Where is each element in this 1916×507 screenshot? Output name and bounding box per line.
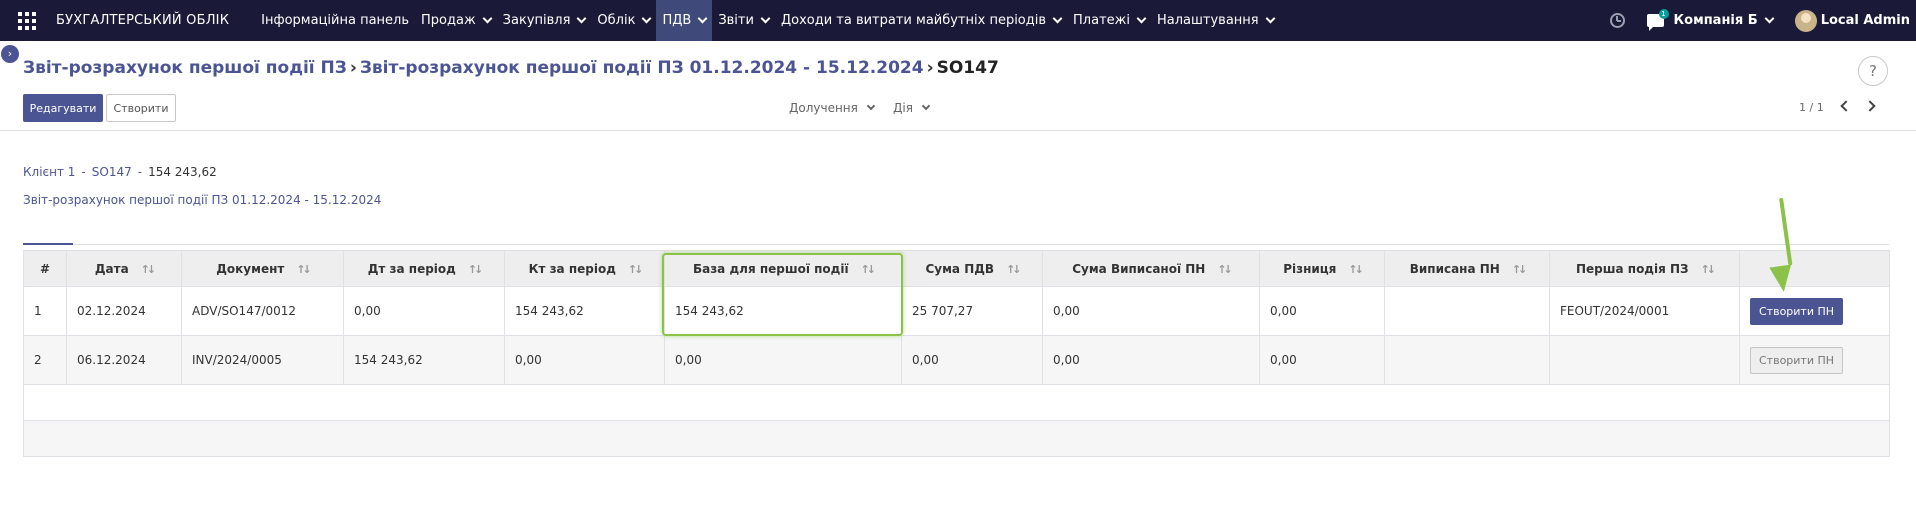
chevron-down-icon	[921, 101, 931, 111]
annotation-arrow-head-icon	[1769, 264, 1795, 294]
breadcrumb-separator-icon: ›	[926, 58, 934, 78]
navbar-systray: 1 Компанія Б Local Admin	[1609, 0, 1916, 41]
control-panel-divider	[0, 130, 1916, 131]
sort-icon: ↑↓	[627, 262, 644, 276]
sort-icon: ↑↓	[1006, 262, 1022, 276]
sort-icon: ↑↓	[467, 262, 484, 276]
create-button[interactable]: Створити	[106, 94, 176, 122]
chevron-down-icon	[1136, 13, 1147, 24]
client-link[interactable]: Клієнт 1	[23, 165, 75, 179]
menu-item-dashboard[interactable]: Інформаційна панель	[255, 0, 415, 41]
chevron-down-icon	[866, 101, 876, 111]
sort-icon: ↑↓	[1700, 262, 1717, 276]
column-header-issued-amount[interactable]: Сума Виписаної ПН ↑↓	[1042, 250, 1260, 287]
chevron-down-icon	[1265, 13, 1276, 24]
column-header-base[interactable]: База для першої події ↑↓	[664, 250, 902, 287]
sort-icon: ↑↓	[860, 262, 877, 276]
menu-item-reports[interactable]: Звіти	[712, 0, 775, 41]
lines-table: # Дата ↑↓ Документ ↑↓ Дт за період ↑↓ Кт за…	[23, 250, 1890, 457]
table-row-empty	[23, 420, 1890, 457]
column-header-credit[interactable]: Кт за період ↑↓	[504, 250, 665, 287]
chevron-down-icon	[482, 13, 493, 24]
column-header-first-event[interactable]: Перша подія ПЗ ↑↓	[1549, 250, 1740, 287]
table-row[interactable]: 2 06.12.2024 INV/2024/0005 154 243,62 0,…	[23, 335, 1890, 385]
pager-value: 1 / 1	[1799, 101, 1824, 114]
edit-button[interactable]: Редагувати	[23, 94, 103, 122]
sort-icon: ↑↓	[1217, 262, 1233, 276]
messages-count-badge: 1	[1658, 9, 1669, 19]
column-header-debit[interactable]: Дт за період ↑↓	[343, 250, 505, 287]
column-header-vat-amount[interactable]: Сума ПДВ ↑↓	[901, 250, 1043, 287]
order-amount: 154 243,62	[148, 165, 217, 179]
breadcrumb-item-report[interactable]: Звіт-розрахунок першої події ПЗ	[23, 58, 347, 78]
help-button[interactable]: ?	[1858, 56, 1888, 86]
chevron-down-icon	[760, 13, 771, 24]
table-header-row: # Дата ↑↓ Документ ↑↓ Дт за період ↑↓ Кт за…	[23, 250, 1890, 287]
sort-icon: ↑↓	[1348, 262, 1364, 276]
breadcrumb: Звіт-розрахунок першої події ПЗ › Звіт-роз…	[23, 58, 999, 78]
sort-icon: ↑↓	[296, 262, 312, 276]
menu-item-sales[interactable]: Продаж	[415, 0, 497, 41]
pager-previous-icon[interactable]	[1840, 100, 1852, 112]
action-dropdown[interactable]: Дія	[893, 101, 931, 115]
sidebar-toggle-icon[interactable]: ›	[1, 45, 19, 63]
table-row[interactable]: 1 02.12.2024 ADV/SO147/0012 0,00 154 243…	[23, 286, 1890, 336]
menu-item-accounting[interactable]: Облік	[591, 0, 656, 41]
menu-item-settings[interactable]: Налаштування	[1151, 0, 1280, 41]
first-event-link[interactable]: FEOUT/2024/0001	[1549, 286, 1740, 336]
breadcrumb-separator-icon: ›	[349, 58, 357, 78]
column-header-difference[interactable]: Різниця ↑↓	[1259, 250, 1385, 287]
create-tax-invoice-button[interactable]: Створити ПН	[1750, 297, 1844, 325]
create-tax-invoice-button-disabled: Створити ПН	[1750, 346, 1844, 374]
chevron-down-icon	[1764, 13, 1775, 24]
column-header-date[interactable]: Дата ↑↓	[66, 250, 182, 287]
first-event-link[interactable]	[1549, 335, 1740, 385]
pager-next-icon[interactable]	[1864, 100, 1876, 112]
menu-item-purchases[interactable]: Закупівля	[497, 0, 592, 41]
messages-icon[interactable]: 1	[1646, 9, 1669, 31]
notebook-tabs-divider	[23, 244, 1889, 245]
menu-item-vat[interactable]: ПДВ	[656, 0, 713, 41]
table-row-empty	[23, 384, 1890, 421]
order-link[interactable]: SO147	[92, 165, 132, 179]
chevron-down-icon	[697, 13, 708, 24]
chevron-down-icon	[642, 13, 652, 24]
sort-icon: ↑↓	[140, 262, 157, 276]
chevron-down-icon	[1052, 13, 1063, 24]
apps-menu-icon[interactable]	[18, 11, 36, 30]
activity-clock-icon[interactable]	[1609, 13, 1625, 28]
tab-active-indicator[interactable]	[23, 243, 73, 245]
menu-item-payments[interactable]: Платежі	[1067, 0, 1151, 41]
main-menu: Інформаційна панель Продаж Закупівля Обл…	[255, 0, 1279, 41]
column-header-issued-invoice[interactable]: Виписана ПН ↑↓	[1384, 250, 1550, 287]
chevron-down-icon	[576, 13, 587, 24]
breadcrumb-current: SO147	[936, 58, 999, 78]
company-switcher[interactable]: Компанія Б	[1674, 13, 1775, 28]
record-summary: Клієнт 1- SO147-154 243,62	[23, 165, 217, 179]
user-menu[interactable]: Local Admin	[1794, 9, 1910, 32]
report-link[interactable]: Звіт-розрахунок першої події ПЗ 01.12.20…	[23, 193, 381, 207]
app-brand[interactable]: БУХГАЛТЕРСЬКИЙ ОБЛІК	[56, 13, 229, 28]
menu-item-deferred[interactable]: Доходи та витрати майбутніх періодів	[775, 0, 1067, 41]
column-header-document[interactable]: Документ ↑↓	[181, 250, 344, 287]
top-navbar: БУХГАЛТЕРСЬКИЙ ОБЛІК Інформаційна панель…	[0, 0, 1916, 41]
column-header-number: #	[23, 250, 67, 287]
attachments-dropdown[interactable]: Долучення	[789, 101, 876, 115]
avatar	[1794, 9, 1817, 32]
breadcrumb-item-report-period[interactable]: Звіт-розрахунок першої події ПЗ 01.12.20…	[360, 58, 924, 78]
sort-icon: ↑↓	[1511, 262, 1528, 276]
column-header-action	[1739, 250, 1890, 287]
